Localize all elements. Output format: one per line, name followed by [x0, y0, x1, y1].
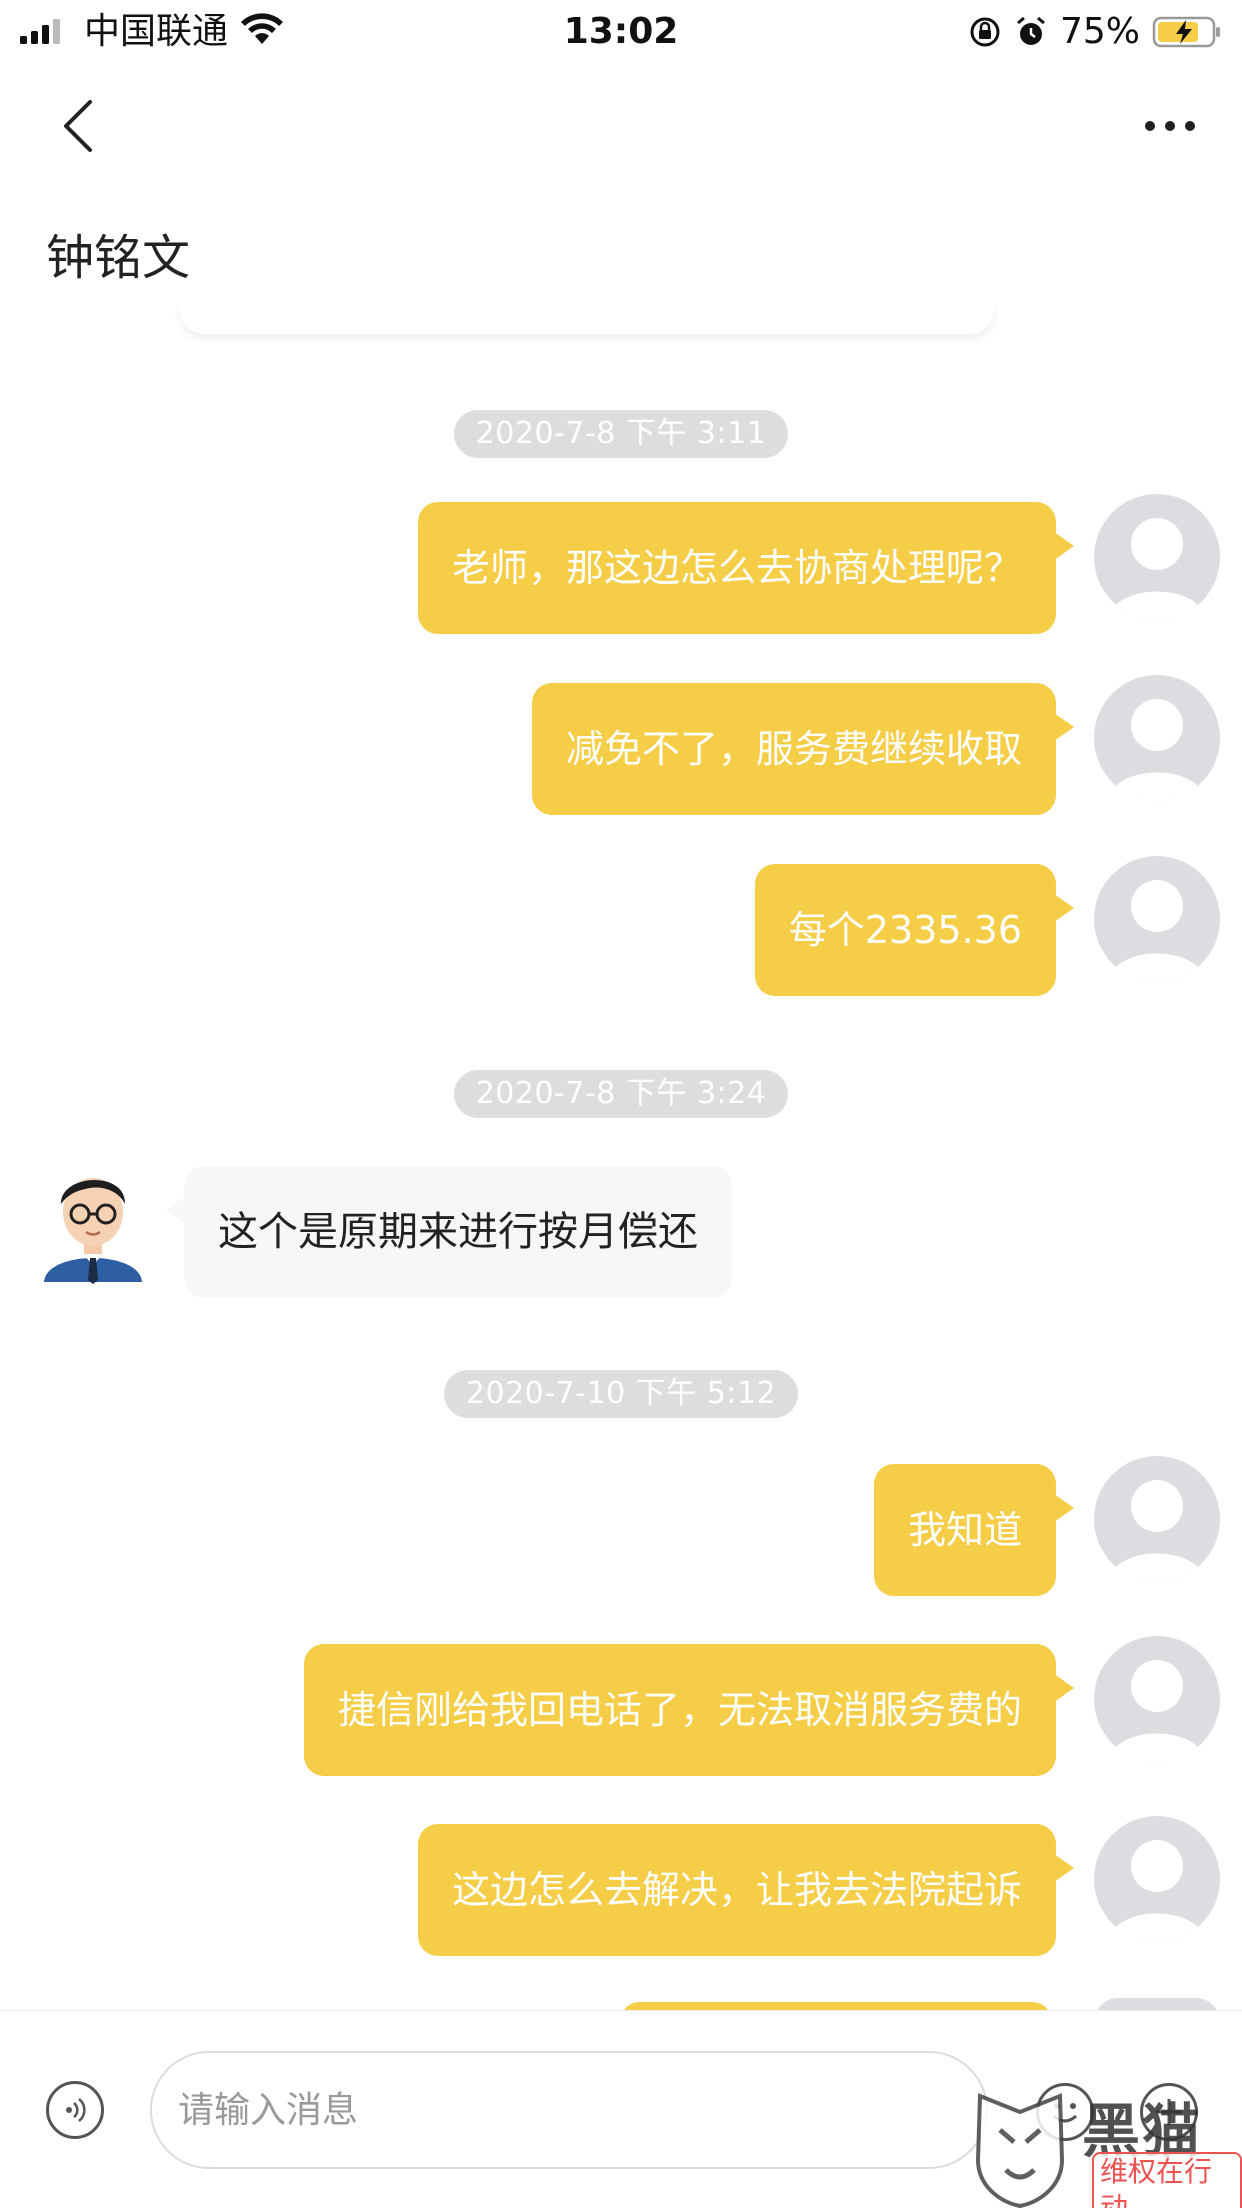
back-button[interactable]	[50, 94, 114, 158]
message-bubble-self[interactable]: 我知道	[873, 1464, 1075, 1596]
timestamp-row: 2020-7-8 下午 3:24	[0, 1070, 1242, 1118]
message-row-self: 减免不了，服务费继续收取	[0, 675, 1242, 815]
default-user-icon	[1108, 699, 1206, 801]
message-bubble-self[interactable]: 老师，那这边怎么去协商处理呢？	[417, 502, 1075, 634]
watermark-subtitle: 维权在行动	[1092, 2152, 1242, 2208]
message-row-other: 这个是原期来进行按月偿还	[0, 1166, 1242, 1298]
battery-charging-icon	[1152, 16, 1220, 48]
message-row-self: 我知道	[0, 1456, 1242, 1596]
timestamp: 2020-7-8 下午 3:24	[453, 1070, 789, 1118]
self-avatar[interactable]	[1094, 856, 1220, 982]
self-avatar[interactable]	[1094, 675, 1220, 801]
default-user-icon	[1108, 880, 1206, 982]
orientation-lock-icon	[970, 17, 1000, 47]
battery-percent: 75%	[1059, 11, 1140, 52]
default-user-icon	[1108, 1480, 1206, 1582]
status-right: 75%	[968, 10, 1222, 54]
alarm-icon	[1017, 16, 1045, 45]
message-row-self: 这边怎么去解决，让我去法院起诉	[0, 1816, 1242, 1956]
timestamp-row: 2020-7-8 下午 3:11	[0, 410, 1242, 458]
voice-icon	[66, 2098, 86, 2122]
self-avatar[interactable]	[1094, 1816, 1220, 1942]
more-options-button[interactable]	[1138, 104, 1202, 148]
message-row-self: 老师，那这边怎么去协商处理呢？	[0, 494, 1242, 634]
message-row-self: 捷信刚给我回电话了，无法取消服务费的	[0, 1636, 1242, 1776]
default-user-icon	[1108, 518, 1206, 620]
timestamp: 2020-7-8 下午 3:11	[453, 410, 789, 458]
agent-avatar[interactable]	[30, 1154, 156, 1284]
message-bubble-self[interactable]: 这边怎么去解决，让我去法院起诉	[417, 1824, 1075, 1956]
message-bubble-self-partial[interactable]	[620, 2002, 1052, 2010]
contact-name: 钟铭文	[46, 230, 191, 286]
timestamp-row: 2020-7-10 下午 5:12	[0, 1370, 1242, 1418]
chat-screen: 中国联通 13:02 75% 钟铭文 2020-7-8 下午 3:11 老师，那…	[0, 0, 1242, 2208]
message-bubble-self[interactable]: 每个2335.36	[754, 864, 1075, 996]
watermark: 黑猫 维权在行动	[970, 2090, 1242, 2208]
self-avatar[interactable]	[1094, 494, 1220, 620]
self-avatar[interactable]	[1094, 1636, 1220, 1762]
message-bubble-other[interactable]: 这个是原期来进行按月偿还	[166, 1166, 732, 1298]
status-bar: 中国联通 13:02 75%	[0, 0, 1242, 64]
default-user-icon	[1108, 1840, 1206, 1942]
message-bubble-self[interactable]: 捷信刚给我回电话了，无法取消服务费的	[303, 1644, 1075, 1776]
timestamp: 2020-7-10 下午 5:12	[443, 1370, 799, 1418]
chat-list[interactable]: 2020-7-8 下午 3:11 老师，那这边怎么去协商处理呢？ 减免不了，服务…	[0, 340, 1242, 2010]
message-bubble-self[interactable]: 减免不了，服务费继续收取	[531, 683, 1075, 815]
default-user-icon	[1108, 1660, 1206, 1762]
self-avatar[interactable]	[1094, 1456, 1220, 1582]
nav-bar	[0, 64, 1242, 184]
self-avatar-partial	[1094, 1998, 1220, 2010]
message-input[interactable]	[150, 2051, 988, 2169]
previous-card-edge	[180, 300, 994, 334]
voice-input-button[interactable]	[46, 2081, 104, 2139]
message-row-self: 每个2335.36	[0, 856, 1242, 996]
black-cat-logo-icon	[975, 2093, 1065, 2208]
